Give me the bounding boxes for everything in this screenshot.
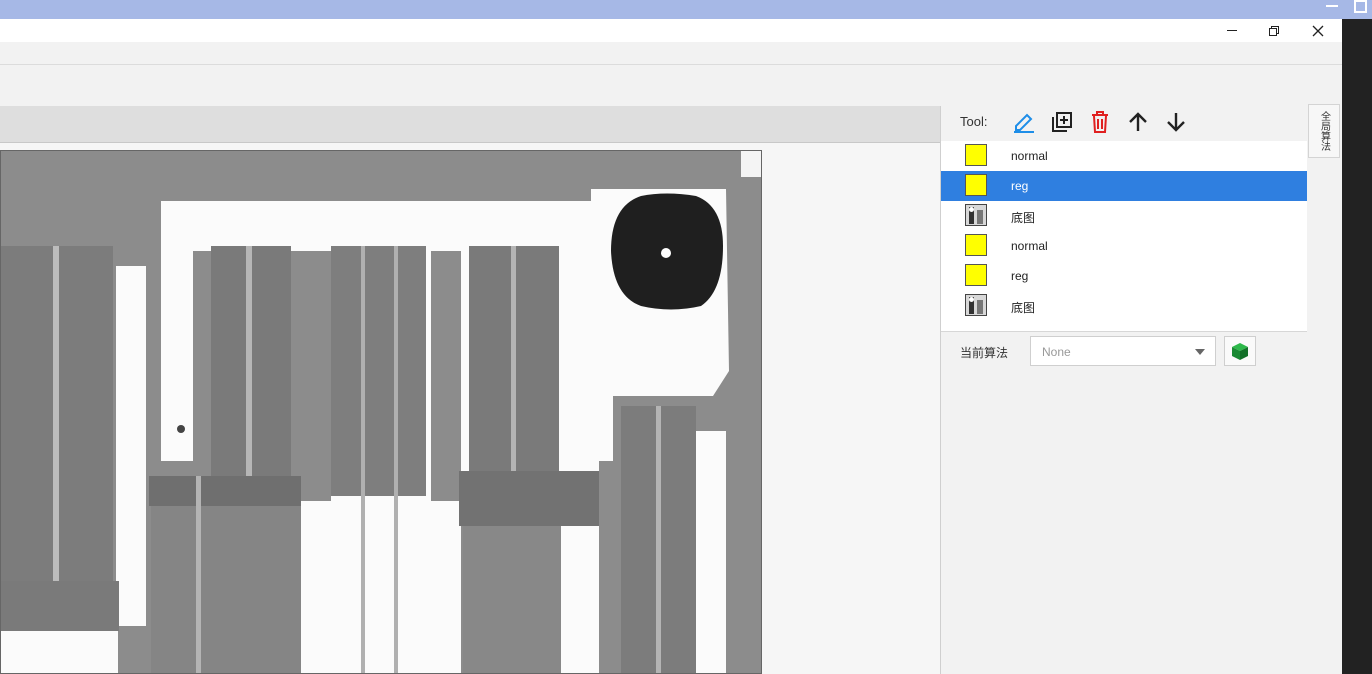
- window-title-bar: [0, 19, 1342, 42]
- outer-minimize-icon[interactable]: [1326, 5, 1338, 7]
- arrow-up-icon: [1129, 112, 1147, 131]
- layer-label: normal: [1011, 239, 1048, 253]
- tool-label: Tool:: [960, 114, 988, 129]
- chevron-down-icon: [1195, 349, 1205, 355]
- layer-list: normal reg 底图 normal reg 底图: [941, 141, 1307, 332]
- algorithm-select[interactable]: None: [1030, 336, 1216, 366]
- add-layer-button[interactable]: [1048, 108, 1076, 136]
- layer-row-reg-selected[interactable]: reg: [941, 171, 1307, 201]
- yellow-swatch-icon: [965, 234, 987, 256]
- cube-icon: [1232, 343, 1248, 360]
- minimize-button[interactable]: [1212, 19, 1252, 42]
- restore-button[interactable]: [1254, 19, 1294, 42]
- current-algorithm-label: 当前算法: [960, 346, 1009, 360]
- layer-label: normal: [1011, 149, 1048, 163]
- outer-title-bar: [0, 0, 1372, 19]
- close-icon: [1312, 25, 1324, 36]
- side-tab-label: 全局算法: [1318, 111, 1330, 151]
- pencil-icon: [1014, 113, 1034, 133]
- layer-label: 底图: [1011, 211, 1036, 225]
- move-up-button[interactable]: [1124, 108, 1152, 136]
- yellow-swatch-icon: [965, 264, 987, 286]
- layer-row-normal[interactable]: normal: [941, 141, 1307, 171]
- image-thumbnail-icon: [965, 294, 987, 316]
- layer-label: 底图: [1011, 301, 1036, 315]
- arrow-down-icon: [1167, 113, 1185, 132]
- viewer-header: [0, 106, 940, 143]
- edit-button[interactable]: [1010, 108, 1038, 136]
- layer-row-base-image[interactable]: 底图: [941, 201, 1307, 231]
- image-thumbnail-icon: [965, 204, 987, 226]
- layer-row-normal[interactable]: normal: [941, 231, 1307, 261]
- outer-maximize-icon[interactable]: [1354, 0, 1367, 13]
- layer-row-reg[interactable]: reg: [941, 261, 1307, 291]
- algorithm-select-value: None: [1042, 345, 1071, 359]
- xray-image-canvas: [1, 151, 761, 673]
- yellow-swatch-icon: [965, 144, 987, 166]
- yellow-swatch-icon: [965, 174, 987, 196]
- delete-button[interactable]: [1086, 108, 1114, 136]
- move-down-button[interactable]: [1162, 108, 1190, 136]
- close-button[interactable]: [1298, 19, 1338, 42]
- restore-icon: [1269, 25, 1279, 36]
- toolbar-area: [0, 42, 1342, 65]
- trash-icon: [1092, 111, 1108, 133]
- minimize-icon: [1227, 30, 1237, 31]
- global-algorithm-tab[interactable]: 全局算法: [1308, 104, 1340, 158]
- xray-image[interactable]: [0, 150, 762, 674]
- add-layer-icon: [1052, 112, 1072, 132]
- algorithm-cube-button[interactable]: [1224, 336, 1256, 366]
- desktop-edge: [1342, 19, 1372, 674]
- layer-label: reg: [1011, 179, 1029, 193]
- layer-label: reg: [1011, 269, 1029, 283]
- layer-row-base-image[interactable]: 底图: [941, 291, 1307, 321]
